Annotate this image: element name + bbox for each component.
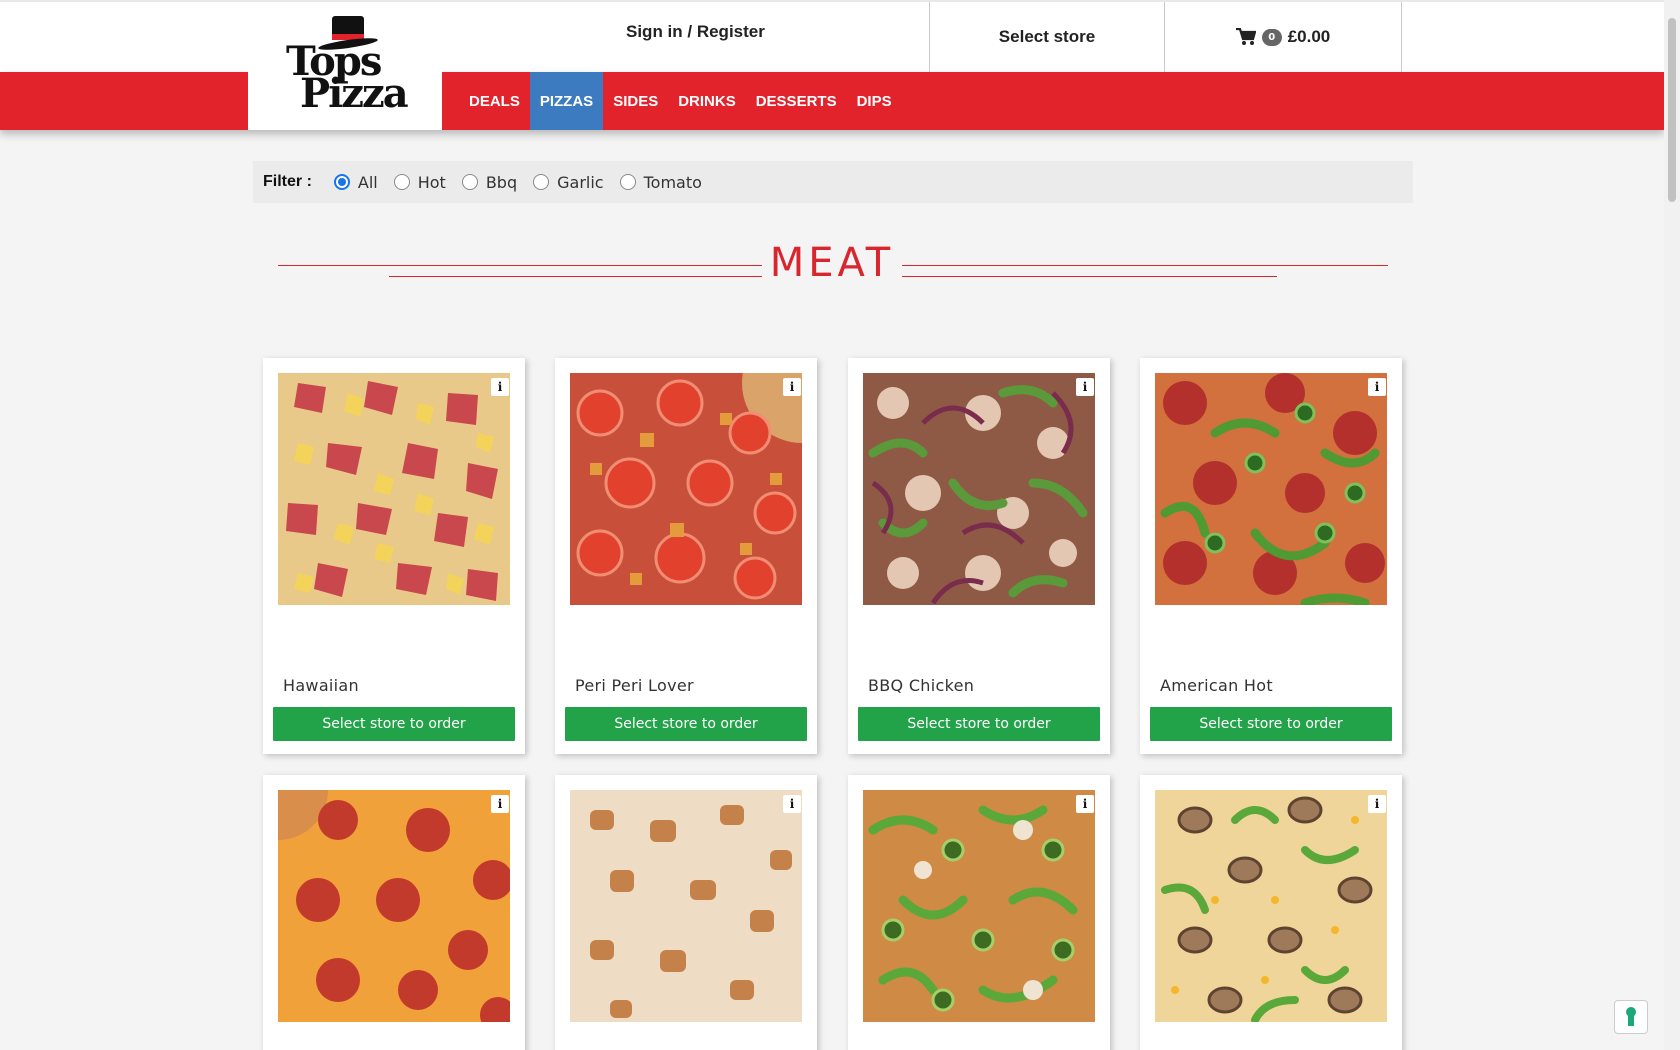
info-icon[interactable]: i bbox=[491, 795, 509, 813]
select-store-to-order-button[interactable]: Select store to order bbox=[273, 707, 515, 741]
info-icon[interactable]: i bbox=[1076, 795, 1094, 813]
filter-option-garlic[interactable]: Garlic bbox=[533, 172, 604, 192]
cart-icon bbox=[1235, 28, 1256, 45]
product-card-peri-peri-lover: i Peri Peri Lover Select store to order bbox=[555, 358, 817, 754]
pizza-image[interactable] bbox=[570, 790, 802, 1022]
logo-mark: Tops Pizza bbox=[286, 16, 409, 117]
radio-tomato[interactable] bbox=[619, 174, 636, 190]
signin-register-link[interactable]: Sign in / Register bbox=[626, 22, 765, 42]
cart-total: £0.00 bbox=[1287, 27, 1331, 46]
scrollbar-thumb[interactable] bbox=[1668, 18, 1676, 202]
nav-pizzas[interactable]: PIZZAS bbox=[529, 72, 604, 130]
nav-dips[interactable]: DIPS bbox=[847, 72, 902, 130]
product-card-bbq-chicken: i BBQ Chicken Select store to order bbox=[848, 358, 1110, 754]
product-card: i bbox=[848, 775, 1110, 1050]
info-icon[interactable]: i bbox=[1368, 378, 1386, 396]
info-icon[interactable]: i bbox=[1368, 795, 1386, 813]
pizza-image[interactable] bbox=[278, 373, 510, 605]
pizza-image[interactable] bbox=[278, 790, 510, 1022]
cart-button[interactable]: 0 £0.00 bbox=[1165, 2, 1402, 72]
nav-sides[interactable]: SIDES bbox=[603, 72, 668, 130]
filter-option-hot[interactable]: Hot bbox=[393, 172, 446, 192]
select-store-label: Select store bbox=[998, 27, 1096, 46]
product-name: Hawaiian bbox=[283, 676, 359, 695]
select-store-to-order-button[interactable]: Select store to order bbox=[565, 707, 807, 741]
product-name: American Hot bbox=[1160, 676, 1273, 695]
info-icon[interactable]: i bbox=[491, 378, 509, 396]
radio-bbq[interactable] bbox=[461, 174, 478, 190]
pizza-image[interactable] bbox=[570, 373, 802, 605]
nav-deals[interactable]: DEALS bbox=[459, 72, 530, 130]
filter-bar: Filter : All Hot Bbq Garlic Tomato bbox=[253, 161, 1413, 203]
logo-text-pizza: Pizza bbox=[300, 70, 409, 117]
filter-option-bbq[interactable]: Bbq bbox=[461, 172, 518, 192]
radio-hot[interactable] bbox=[393, 174, 410, 190]
info-icon[interactable]: i bbox=[783, 378, 801, 396]
info-icon[interactable]: i bbox=[1076, 378, 1094, 396]
product-card: i bbox=[1140, 775, 1402, 1050]
filter-option-all[interactable]: All bbox=[333, 172, 378, 192]
cart-count-badge: 0 bbox=[1261, 28, 1282, 46]
accessibility-button[interactable] bbox=[1614, 1000, 1648, 1034]
radio-garlic[interactable] bbox=[533, 174, 550, 190]
product-card: i bbox=[263, 775, 525, 1050]
product-name: BBQ Chicken bbox=[868, 676, 975, 695]
filter-option-label: Hot bbox=[417, 172, 446, 192]
filter-label: Filter : bbox=[263, 173, 312, 190]
pizza-image[interactable] bbox=[1155, 790, 1387, 1022]
pizza-image[interactable] bbox=[1155, 373, 1387, 605]
filter-option-label: Tomato bbox=[643, 172, 702, 192]
section-title: MEAT bbox=[769, 240, 895, 286]
pizza-image[interactable] bbox=[863, 373, 1095, 605]
select-store-button[interactable]: Select store bbox=[929, 2, 1165, 72]
keyhole-icon bbox=[1626, 1007, 1636, 1026]
info-icon[interactable]: i bbox=[783, 795, 801, 813]
main-nav: DEALS PIZZAS SIDES DRINKS DESSERTS DIPS bbox=[459, 72, 902, 130]
page-scrollbar[interactable] bbox=[1664, 0, 1680, 1050]
filter-option-tomato[interactable]: Tomato bbox=[619, 172, 702, 192]
filter-option-label: Bbq bbox=[485, 172, 518, 192]
filter-option-label: All bbox=[357, 172, 378, 192]
select-store-to-order-button[interactable]: Select store to order bbox=[1150, 707, 1392, 741]
product-card: i bbox=[555, 775, 817, 1050]
nav-drinks[interactable]: DRINKS bbox=[668, 72, 746, 130]
product-card-american-hot: i American Hot Select store to order bbox=[1140, 358, 1402, 754]
radio-all[interactable] bbox=[333, 174, 350, 190]
product-name: Peri Peri Lover bbox=[575, 676, 694, 695]
product-card-hawaiian: i Hawaiian Select store to order bbox=[263, 358, 525, 754]
filter-option-label: Garlic bbox=[557, 172, 604, 192]
nav-desserts[interactable]: DESSERTS bbox=[746, 72, 847, 130]
pizza-image[interactable] bbox=[863, 790, 1095, 1022]
logo[interactable]: Tops Pizza bbox=[248, 2, 442, 130]
select-store-to-order-button[interactable]: Select store to order bbox=[858, 707, 1100, 741]
